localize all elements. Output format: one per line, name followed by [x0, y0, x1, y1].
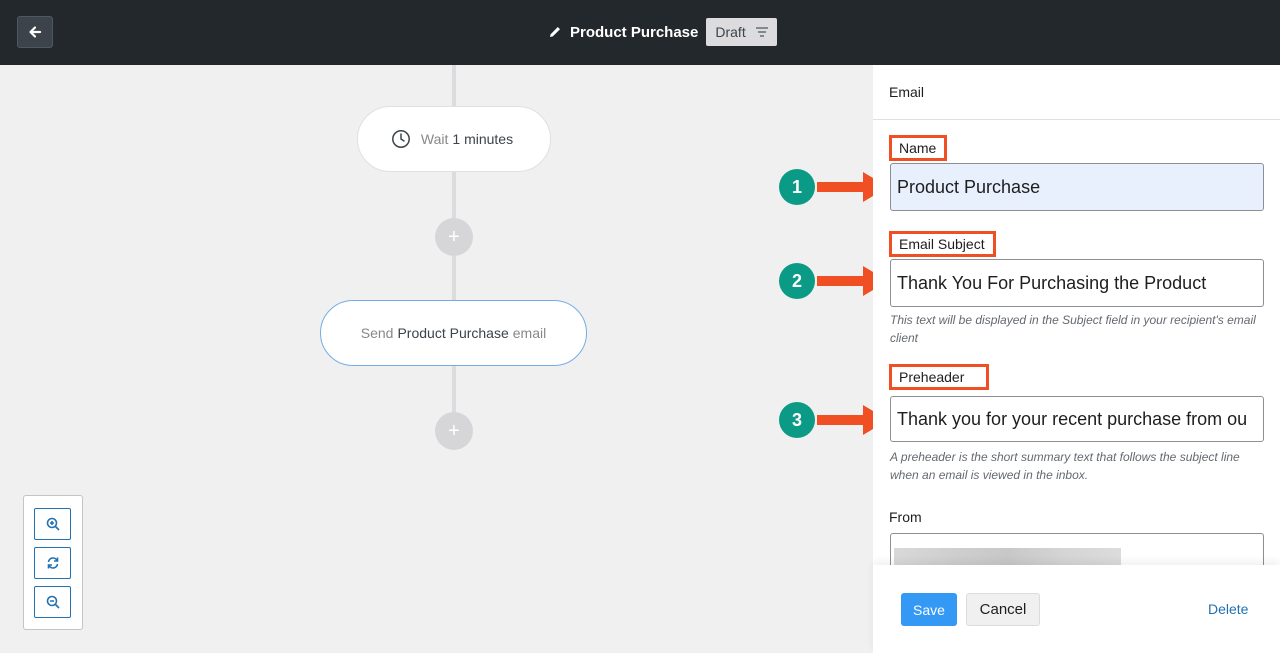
refresh-icon: [47, 557, 58, 569]
top-bar: Product Purchase Draft: [0, 0, 1280, 65]
plus-icon: +: [448, 419, 460, 442]
panel-footer: Save Cancel Delete: [873, 565, 1280, 653]
email-subject-label: Email Subject: [889, 231, 996, 257]
name-input[interactable]: Product Purchase: [890, 163, 1264, 211]
name-label: Name: [889, 135, 948, 161]
workflow-title[interactable]: Product Purchase: [570, 24, 698, 41]
send-node-value: Product Purchase: [397, 325, 509, 341]
email-settings-panel: Email Name Product Purchase Email Subjec…: [873, 65, 1280, 653]
annotation-badge-2: 2: [779, 263, 815, 299]
send-node-suffix: email: [512, 325, 547, 341]
pencil-icon[interactable]: [548, 25, 562, 39]
preheader-label: Preheader: [889, 364, 990, 390]
connector-line: [452, 365, 456, 412]
add-step-button[interactable]: +: [435, 218, 473, 256]
connector-line: [452, 65, 456, 106]
filter-lines-icon: [755, 27, 768, 37]
email-subject-value: Thank You For Purchasing the Product: [897, 272, 1207, 293]
cancel-button[interactable]: Cancel: [966, 593, 1040, 626]
wait-node[interactable]: Wait 1 minutes: [357, 106, 551, 172]
workflow-canvas[interactable]: Wait 1 minutes + Send Product Purchase e…: [0, 65, 873, 653]
add-step-button[interactable]: +: [435, 412, 473, 450]
annotation-badge-1: 1: [779, 169, 815, 205]
back-button[interactable]: [17, 16, 53, 48]
annotation-badge-3: 3: [779, 402, 815, 438]
status-label: Draft: [715, 24, 746, 40]
plus-icon: +: [448, 225, 460, 248]
reset-zoom-button[interactable]: [34, 547, 71, 579]
wait-node-prefix: Wait: [420, 131, 449, 147]
arrow-left-icon: [29, 26, 42, 38]
panel-title: Email: [889, 84, 925, 100]
delete-link[interactable]: Delete: [1208, 601, 1248, 617]
panel-header: Email: [873, 65, 1280, 120]
zoom-out-button[interactable]: [34, 586, 71, 618]
clock-icon: [391, 130, 410, 148]
name-input-value: Product Purchase: [897, 176, 1041, 197]
workflow-title-area: Product Purchase Draft: [548, 18, 777, 46]
email-subject-input[interactable]: Thank You For Purchasing the Product: [890, 259, 1264, 307]
email-subject-help: This text will be displayed in the Subje…: [890, 313, 1256, 345]
zoom-controls: [23, 495, 83, 630]
zoom-in-button[interactable]: [34, 508, 71, 540]
send-email-node[interactable]: Send Product Purchase email: [320, 300, 587, 366]
preheader-value: Thank you for your recent purchase from …: [897, 408, 1248, 429]
connector-line: [452, 256, 456, 301]
from-label: From: [889, 509, 922, 525]
zoom-out-icon: [46, 595, 60, 609]
save-button[interactable]: Save: [901, 593, 957, 626]
wait-node-value: 1 minutes: [452, 131, 514, 147]
status-dropdown[interactable]: Draft: [706, 18, 777, 46]
preheader-input[interactable]: Thank you for your recent purchase from …: [890, 396, 1264, 442]
send-node-prefix: Send: [360, 325, 394, 341]
connector-line: [452, 171, 456, 221]
zoom-in-icon: [46, 517, 60, 531]
preheader-help: A preheader is the short summary text th…: [890, 450, 1240, 482]
